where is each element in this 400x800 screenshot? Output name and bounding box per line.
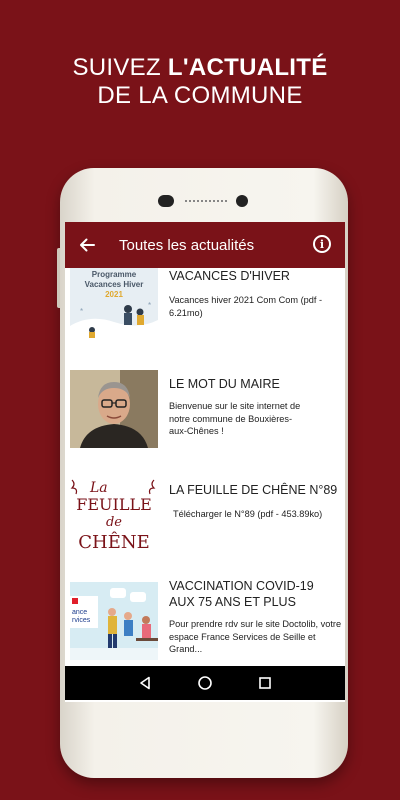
news-item-vaccination[interactable]: ance rvices VACCINATION COVID-19 AUX 75 … bbox=[65, 578, 345, 676]
promo-line-1: SUIVEZ L'ACTUALITÉ bbox=[0, 54, 400, 82]
news-list[interactable]: Programme Vacances Hiver 2021 * * VACANC… bbox=[65, 268, 345, 676]
logo-text-2: FEUILLE bbox=[76, 495, 152, 514]
phone-top-bezel bbox=[60, 193, 348, 207]
arrow-left-icon bbox=[80, 238, 95, 252]
promo-line-2: DE LA COMMUNE bbox=[97, 82, 303, 109]
thumb-text-1: Programme bbox=[92, 270, 137, 279]
app-bar: Toutes les actualités i bbox=[65, 222, 345, 268]
thumb-text-2: Vacances Hiver bbox=[85, 280, 144, 289]
mayor-portrait bbox=[70, 370, 158, 448]
vaccination-illustration: ance rvices bbox=[70, 582, 158, 660]
news-title: VACCINATION COVID-19 AUX 75 ANS ET PLUS bbox=[169, 579, 314, 609]
nav-recents-button[interactable] bbox=[253, 671, 277, 695]
news-description: Bienvenue sur le site internet de notre … bbox=[169, 401, 301, 436]
news-description: Télécharger le N°89 (pdf - 453.89ko) bbox=[173, 509, 323, 519]
square-recents-icon bbox=[259, 677, 271, 689]
logo-text-3: de bbox=[106, 515, 122, 530]
news-description: Pour prendre rdv sur le site Doctolib, v… bbox=[169, 619, 342, 654]
triangle-back-icon bbox=[140, 676, 150, 690]
app-screen: Toutes les actualités i Programme Vacanc… bbox=[65, 222, 345, 702]
news-description: Vacances hiver 2021 Com Com (pdf - 6.21m… bbox=[169, 295, 323, 318]
speaker-grille bbox=[184, 199, 228, 204]
android-nav-bar bbox=[65, 666, 345, 700]
promo-line-1-bold: L'ACTUALITÉ bbox=[167, 54, 328, 81]
circle-home-icon bbox=[198, 676, 212, 690]
thumb-text-3: 2021 bbox=[105, 290, 123, 299]
thumb-text-rvices: rvices bbox=[72, 617, 91, 624]
news-title: VACANCES D'HIVER bbox=[169, 269, 290, 283]
news-thumbnail-maire bbox=[70, 370, 158, 448]
front-camera-icon bbox=[158, 195, 174, 207]
nav-home-button[interactable] bbox=[193, 671, 217, 695]
feuille-de-chene-logo: La FEUILLE de CHÊNE bbox=[70, 476, 158, 554]
news-item-maire[interactable]: LE MOT DU MAIRE Bienvenue sur le site in… bbox=[65, 366, 345, 470]
nav-back-button[interactable] bbox=[133, 671, 157, 695]
news-item-vacances[interactable]: Programme Vacances Hiver 2021 * * VACANC… bbox=[65, 268, 345, 364]
info-icon: i bbox=[319, 237, 325, 251]
logo-text-1: La bbox=[89, 480, 108, 496]
winter-illustration: Programme Vacances Hiver 2021 * * bbox=[70, 268, 158, 342]
news-thumbnail-vacances: Programme Vacances Hiver 2021 * * bbox=[70, 268, 158, 342]
back-button[interactable] bbox=[65, 222, 109, 268]
phone-frame: Toutes les actualités i Programme Vacanc… bbox=[57, 168, 348, 778]
logo-text-4: CHÊNE bbox=[78, 530, 150, 553]
news-thumbnail-vaccination: ance rvices bbox=[70, 582, 158, 660]
news-title: LE MOT DU MAIRE bbox=[169, 377, 280, 391]
news-item-feuille[interactable]: La FEUILLE de CHÊNE LA FEUILLE DE CHÊNE … bbox=[65, 472, 345, 576]
sensor-icon bbox=[236, 195, 248, 207]
svg-text:*: * bbox=[148, 301, 151, 310]
svg-text:*: * bbox=[80, 307, 83, 316]
page-title: Toutes les actualités bbox=[119, 236, 255, 254]
promo-line-1-regular: SUIVEZ bbox=[72, 54, 168, 81]
news-thumbnail-feuille: La FEUILLE de CHÊNE bbox=[70, 476, 158, 554]
thumb-text-ance: ance bbox=[72, 609, 87, 616]
promo-headline: SUIVEZ L'ACTUALITÉ DE LA COMMUNE bbox=[0, 54, 400, 110]
info-button[interactable]: i bbox=[313, 235, 331, 253]
news-title: LA FEUILLE DE CHÊNE N°89 bbox=[169, 483, 338, 497]
